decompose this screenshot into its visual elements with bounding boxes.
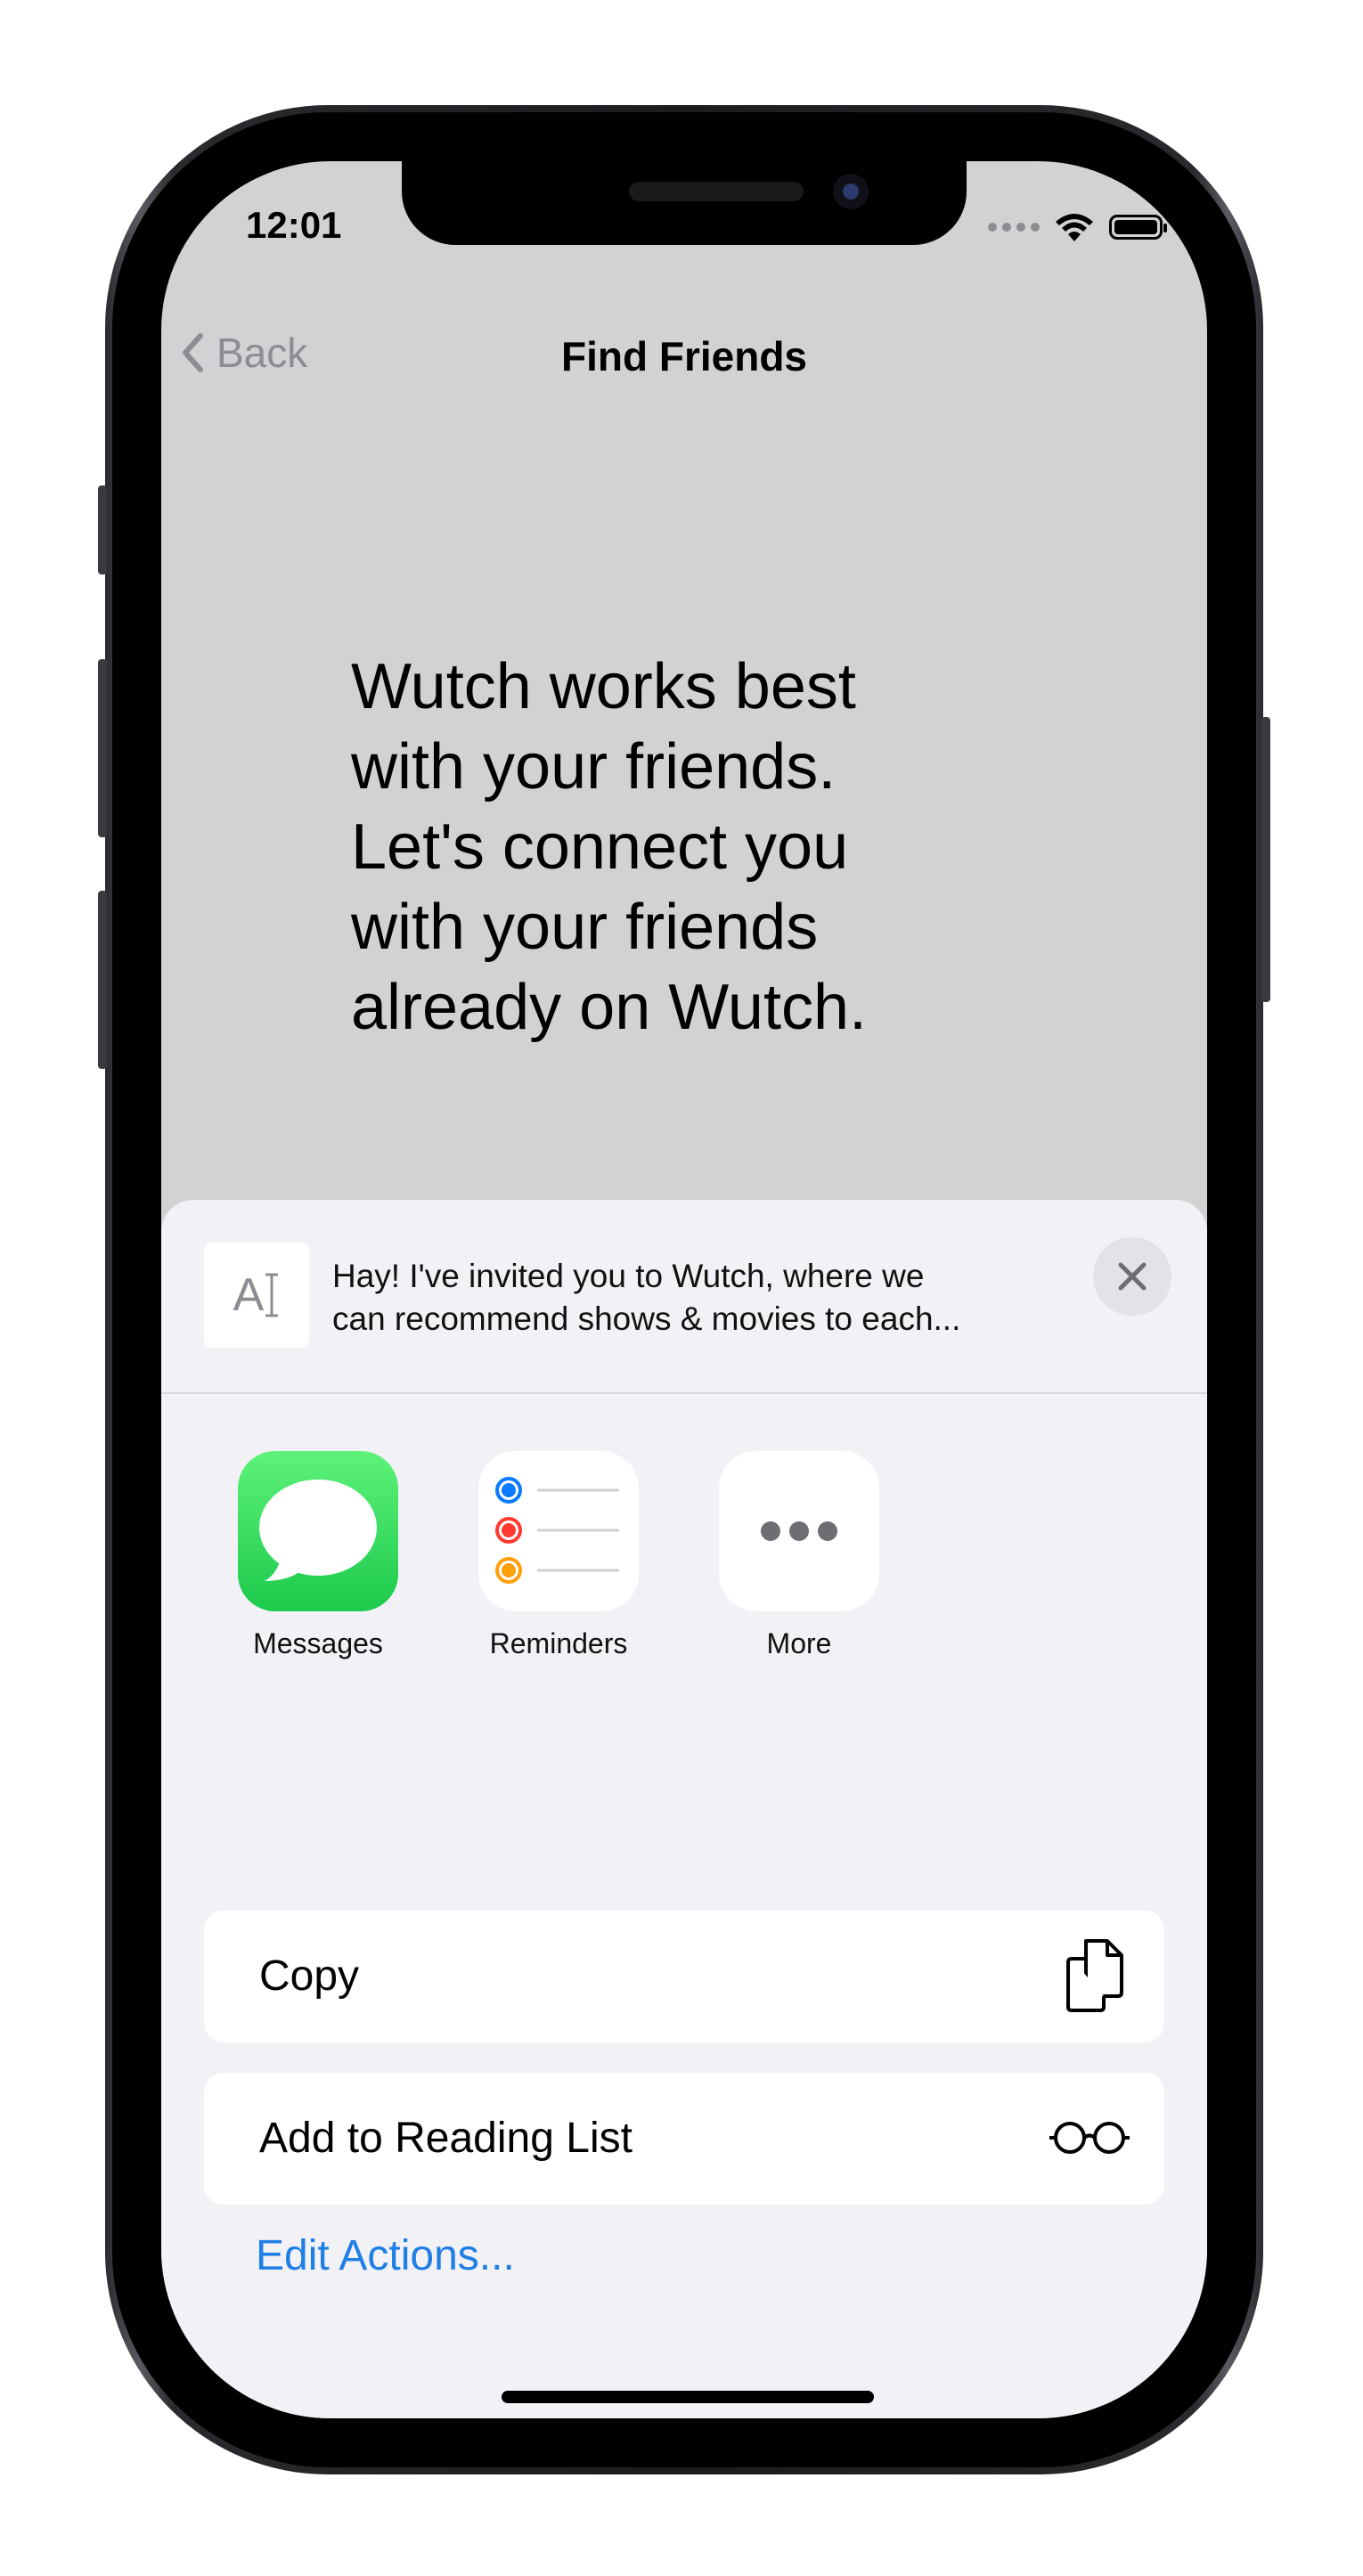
wifi-icon [1056, 214, 1093, 241]
copy-action[interactable]: Copy [204, 1911, 1164, 2042]
action-label: Add to Reading List [259, 2115, 633, 2162]
hero-line: already on Wutch. [351, 972, 867, 1043]
status-icons [988, 211, 1167, 243]
screen: 12:01 Back Find Friends Wutch works best… [161, 161, 1207, 2418]
battery-icon [1109, 215, 1167, 240]
share-apps-row: Messages Reminders More [161, 1451, 1207, 1683]
speaker-grille [629, 182, 804, 201]
share-preview-text: Hay! I've invited you to Wutch, where we… [332, 1255, 1027, 1341]
status-time: 12:01 [246, 204, 342, 246]
text-cursor-icon [265, 1273, 279, 1317]
share-app-reminders[interactable]: Reminders [461, 1451, 657, 1660]
close-icon [1118, 1262, 1147, 1291]
reminders-icon [478, 1451, 639, 1611]
messages-icon [238, 1451, 398, 1611]
front-camera [833, 174, 869, 209]
share-app-label: Messages [253, 1627, 383, 1659]
close-button[interactable] [1093, 1237, 1171, 1316]
share-app-label: More [766, 1627, 832, 1659]
side-button-power [1261, 717, 1270, 1002]
navigation-bar: Back Find Friends [161, 313, 1207, 393]
glasses-icon [1049, 2122, 1130, 2154]
notch [402, 161, 967, 245]
copy-icon [1066, 1939, 1123, 2012]
text-document-icon: A [204, 1243, 309, 1348]
hero-line: Wutch works best [351, 651, 856, 722]
share-preview: A Hay! I've invited you to Wutch, where … [161, 1200, 1207, 1394]
share-sheet: A Hay! I've invited you to Wutch, where … [161, 1200, 1207, 2418]
preview-line: can recommend shows & movies to each... [332, 1300, 961, 1337]
hero-message: Wutch works best with your friends. Let'… [351, 647, 1028, 1048]
side-button-volume-down [98, 891, 107, 1069]
add-to-reading-list-action[interactable]: Add to Reading List [204, 2073, 1164, 2205]
share-app-messages[interactable]: Messages [220, 1451, 416, 1660]
share-app-label: Reminders [489, 1627, 628, 1659]
page-title: Find Friends [561, 333, 807, 379]
side-button-volume-up [98, 659, 107, 837]
more-icon [719, 1451, 879, 1611]
preview-thumb-letter: A [233, 1269, 265, 1321]
share-app-more[interactable]: More [701, 1451, 897, 1660]
action-label: Copy [259, 1952, 360, 2000]
home-indicator[interactable] [502, 2391, 874, 2403]
edit-actions-link[interactable]: Edit Actions... [256, 2231, 515, 2280]
hero-line: with your friends. [351, 731, 837, 803]
hero-line: Let's connect you [351, 811, 849, 883]
cellular-signal-icon [988, 223, 1040, 232]
hero-line: with your friends [351, 892, 819, 963]
side-button-mute [98, 485, 107, 575]
preview-line: Hay! I've invited you to Wutch, where we [332, 1258, 925, 1294]
